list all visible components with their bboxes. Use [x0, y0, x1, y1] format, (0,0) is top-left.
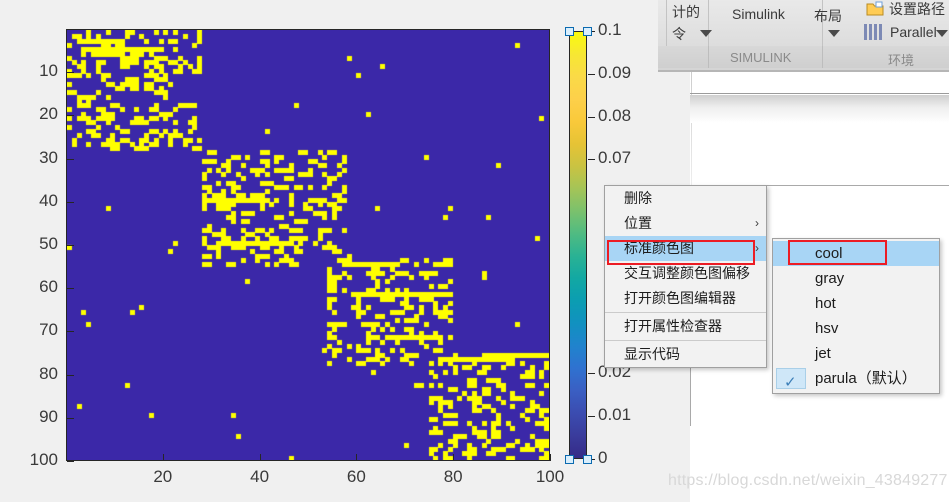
context-menu-item[interactable]: 删除	[605, 186, 766, 211]
x-tick-label: 40	[250, 467, 270, 486]
colormap-submenu-item[interactable]: hsv	[773, 316, 939, 341]
colorbar-tick-label: 0.07	[598, 148, 632, 168]
colorbar-gradient	[570, 32, 586, 458]
colorbar-tick-label: 0.08	[598, 105, 632, 125]
ribbon-divider	[708, 0, 709, 52]
panel-header-band	[690, 95, 949, 123]
y-tick-label: 90	[39, 406, 58, 426]
screen-root: 计的 令 Simulink 布局 设置路径 Parallel SIMULINK …	[0, 0, 949, 502]
chevron-down-icon[interactable]	[828, 30, 840, 37]
x-tick-label: 60	[346, 467, 366, 486]
category-label-simulink: SIMULINK	[730, 50, 792, 65]
context-menu-item[interactable]: 打开颜色图编辑器	[605, 286, 766, 311]
spy-plot-axes[interactable]	[66, 29, 550, 461]
y-tick-label: 50	[39, 234, 58, 253]
y-tick-mark	[67, 331, 74, 333]
colormap-submenu-item[interactable]: gray	[773, 266, 939, 291]
x-tick-mark	[550, 454, 551, 461]
y-tick-mark	[67, 288, 74, 290]
context-menu-item-label: 位置	[624, 215, 652, 231]
context-menu-item[interactable]: 位置 ›	[605, 211, 766, 236]
context-menu-item-label: 打开颜色图编辑器	[624, 290, 736, 306]
context-menu-item[interactable]: 打开属性检查器	[605, 314, 766, 339]
y-tick-mark	[67, 158, 74, 160]
ribbon-setpath-label[interactable]: 设置路径	[889, 0, 945, 19]
ribbon-divider	[666, 0, 667, 52]
colorbar-tick-mark	[588, 159, 595, 161]
colormap-submenu-item-label: hot	[815, 295, 836, 312]
colorbar-tick-mark	[588, 373, 595, 375]
x-tick-mark	[453, 454, 455, 461]
category-label-environment: 环境	[888, 53, 915, 68]
colormap-submenu-item[interactable]: jet	[773, 341, 939, 366]
ribbon-cut-label-bottom: 令	[672, 26, 686, 42]
colorbar-handle-top-left[interactable]	[565, 27, 574, 36]
ribbon-cut-label-top: 计的	[672, 4, 700, 20]
set-path-icon[interactable]	[866, 1, 884, 16]
y-tick-mark	[67, 201, 74, 203]
parallel-icon[interactable]	[864, 24, 882, 40]
category-divider	[708, 46, 709, 68]
chevron-right-icon: ›	[755, 241, 759, 255]
colorbar-handle-top-right[interactable]	[583, 27, 592, 36]
y-tick-label: 80	[39, 363, 58, 383]
y-tick-mark	[67, 374, 74, 376]
colorbar-handle-bottom-right[interactable]	[583, 455, 592, 464]
colormap-submenu-item[interactable]: ✓ parula（默认）	[773, 366, 939, 391]
context-menu[interactable]: 删除 位置 › 标准颜色图 › 交互调整颜色图偏移 打开颜色图编辑器 打开属性检查器 显示代码	[604, 185, 767, 368]
spy-plot-canvas[interactable]	[67, 30, 549, 460]
chevron-down-icon[interactable]	[936, 30, 948, 37]
colormap-submenu-item-label: parula（默认）	[815, 370, 917, 387]
context-menu-item-label: 删除	[624, 190, 652, 206]
chevron-right-icon: ›	[755, 216, 759, 230]
y-tick-label: 100	[29, 450, 58, 469]
context-menu-item-label: 显示代码	[624, 346, 680, 362]
colorbar-tick-label: 0.09	[598, 62, 632, 82]
category-divider	[822, 46, 823, 68]
colorbar-tick-mark	[588, 73, 595, 75]
x-tick-mark	[356, 454, 358, 461]
y-tick-label: 40	[39, 190, 58, 210]
x-tick-mark	[259, 454, 261, 461]
check-icon: ✓	[784, 374, 797, 391]
y-tick-mark	[67, 72, 74, 74]
context-menu-item-label: 交互调整颜色图偏移	[624, 265, 750, 281]
colorbar-tick-label: 0.01	[598, 405, 632, 425]
annotation-red-box-cool	[788, 240, 887, 265]
colorbar-tick-label: 0	[598, 448, 608, 467]
y-tick-label: 20	[39, 104, 58, 124]
colorbar-tick-mark	[588, 116, 595, 118]
y-tick-mark	[67, 115, 74, 117]
ribbon-simulink-button[interactable]: Simulink	[732, 6, 785, 22]
context-menu-separator	[605, 312, 766, 313]
y-tick-mark	[67, 417, 74, 419]
y-tick-label: 10	[39, 61, 58, 81]
y-tick-label: 30	[39, 147, 58, 167]
y-tick-mark	[67, 245, 74, 246]
ribbon-parallel-label[interactable]: Parallel	[890, 24, 937, 40]
y-tick-label: 60	[39, 277, 58, 297]
colorbar-handle-bottom-left[interactable]	[565, 455, 574, 464]
x-tick-label: 80	[443, 467, 463, 486]
context-menu-item[interactable]: 显示代码	[605, 342, 766, 367]
colorbar-tick-label: 0.1	[598, 20, 622, 39]
colormap-submenu-item-label: hsv	[815, 320, 839, 337]
annotation-red-box-menu-item	[607, 240, 755, 265]
panel-divider	[690, 93, 949, 94]
x-tick-label: 20	[153, 467, 173, 486]
x-tick-mark	[162, 454, 164, 461]
y-tick-mark	[67, 461, 74, 462]
chevron-down-icon[interactable]	[700, 30, 712, 37]
colormap-submenu-item-label: jet	[815, 345, 831, 362]
colorbar-tick-mark	[588, 416, 595, 418]
context-menu-separator	[605, 340, 766, 341]
y-tick-label: 70	[39, 320, 58, 340]
context-menu-item-label: 打开属性检查器	[624, 318, 722, 334]
x-tick-label: 100	[535, 467, 565, 486]
watermark: https://blog.csdn.net/weixin_43849277	[668, 472, 948, 489]
colorbar[interactable]	[569, 31, 587, 459]
colormap-submenu-item[interactable]: hot	[773, 291, 939, 316]
ribbon-layout-button[interactable]: 布局	[814, 6, 842, 26]
colormap-submenu-item-label: gray	[815, 270, 845, 287]
